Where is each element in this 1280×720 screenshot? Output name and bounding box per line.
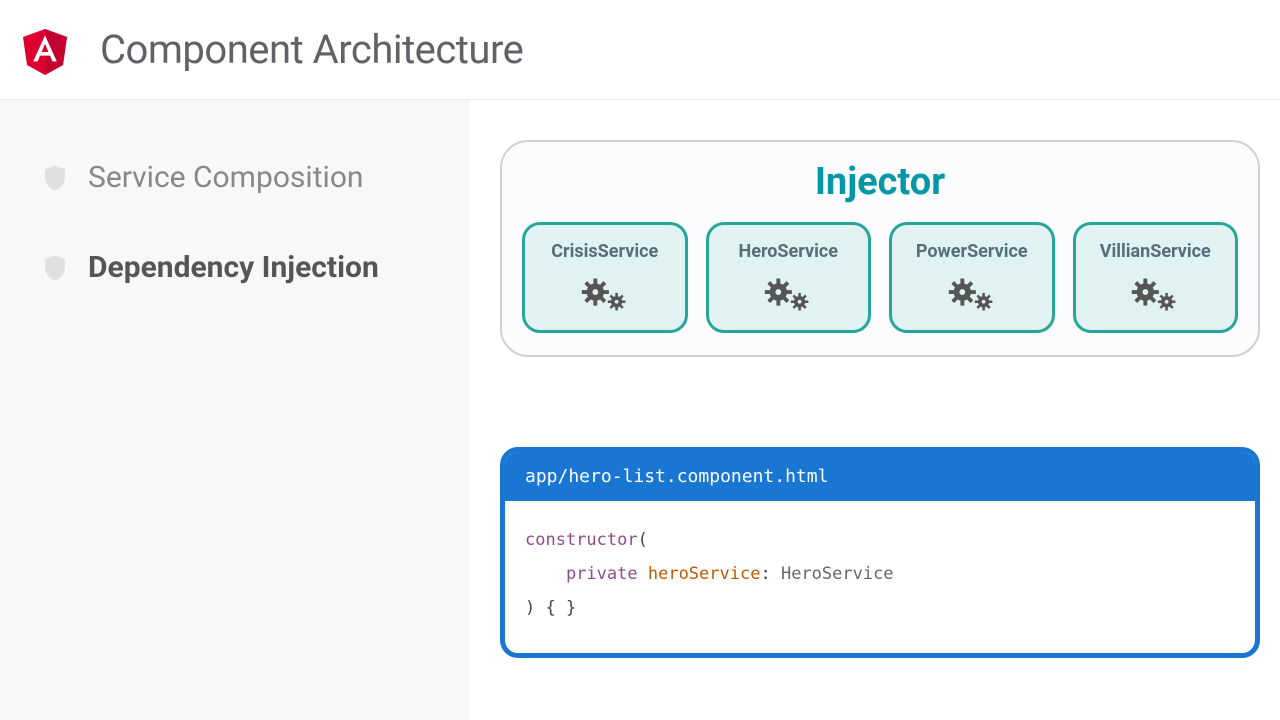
service-card-hero: HeroService [706,222,872,333]
gears-icon [943,272,1001,316]
service-name: VillianService [1100,241,1211,262]
service-card-crisis: CrisisService [522,222,688,333]
gears-icon [1126,272,1184,316]
code-filename: app/hero-list.component.html [505,452,1255,501]
page-title: Component Architecture [100,26,523,73]
main-content: Injector CrisisService HeroService Power… [470,100,1280,720]
gears-icon [576,272,634,316]
shield-icon [40,161,70,195]
code-panel: app/hero-list.component.html constructor… [500,447,1260,658]
body: Service Composition Dependency Injection… [0,100,1280,720]
code-token-paren-open: ( [638,530,648,550]
services-row: CrisisService HeroService PowerService V… [522,222,1238,333]
service-name: CrisisService [551,241,658,262]
service-card-villian: VillianService [1073,222,1239,333]
code-token-close: ) { } [525,598,576,618]
service-name: PowerService [916,241,1028,262]
code-token-private: private [566,564,638,584]
shield-icon [40,251,70,285]
header: Component Architecture [0,0,1280,100]
service-card-power: PowerService [889,222,1055,333]
code-token-type: HeroService [781,564,894,584]
sidebar: Service Composition Dependency Injection [0,100,470,720]
code-token-colon: : [760,564,770,584]
injector-panel: Injector CrisisService HeroService Power… [500,140,1260,357]
code-body: constructor( private heroService: HeroSe… [505,501,1255,653]
code-token-constructor: constructor [525,530,638,550]
sidebar-item-label: Dependency Injection [88,250,379,285]
injector-title: Injector [522,160,1238,204]
code-token-identifier: heroService [648,564,761,584]
sidebar-item-service-composition[interactable]: Service Composition [40,160,430,195]
angular-logo-icon [20,23,70,77]
sidebar-item-label: Service Composition [88,160,364,195]
sidebar-item-dependency-injection[interactable]: Dependency Injection [40,250,430,285]
service-name: HeroService [739,241,838,262]
gears-icon [759,272,817,316]
